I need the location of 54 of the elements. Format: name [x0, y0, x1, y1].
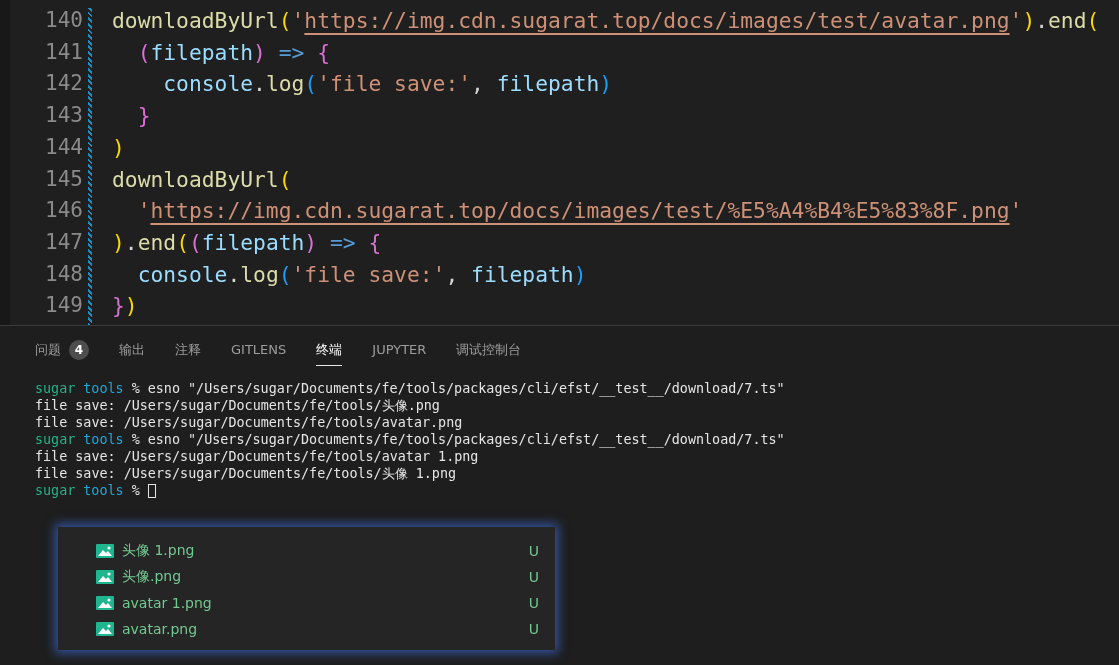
- panel-tab[interactable]: 问题 4: [35, 333, 89, 367]
- terminal-text: % esno "/Users/sugar/Documents/fe/tools/packages/cli/efst/__test__/download/7.ts": [131, 432, 785, 447]
- image-file-icon: [96, 544, 114, 558]
- line-number: 144: [44, 134, 84, 161]
- code-line: ).end((filepath) => {: [112, 229, 383, 257]
- panel-tab[interactable]: 注释: [175, 334, 201, 366]
- line-number: 141: [44, 39, 84, 66]
- file-name[interactable]: avatar.png: [122, 621, 521, 637]
- image-file-icon: [96, 570, 114, 584]
- terminal-text: file save: /Users/sugar/Documents/fe/tools/头像 1.png: [35, 464, 457, 483]
- code-line: }): [112, 293, 139, 321]
- code-line: console.log('file save:', filepath): [136, 261, 588, 289]
- git-status: U: [528, 543, 539, 559]
- terminal-text: file save: /Users/sugar/Documents/fe/tools/avatar.png: [35, 415, 463, 430]
- code-line: downloadByUrl(: [112, 166, 293, 194]
- image-file-icon: [96, 622, 114, 636]
- code-line: console.log('file save:', filepath): [162, 71, 614, 99]
- panel-tab[interactable]: GITLENS: [231, 336, 287, 364]
- prompt-user: sugar: [35, 483, 76, 498]
- line-number: 140: [44, 8, 84, 34]
- terminal-text: file save: /Users/sugar/Documents/fe/tools/avatar 1.png: [35, 449, 479, 464]
- panel-tab[interactable]: 终端: [316, 334, 343, 366]
- prompt-directory: tools: [83, 483, 124, 498]
- line-number: 147: [44, 229, 84, 256]
- terminal-text: %: [131, 483, 140, 498]
- git-status: U: [528, 621, 539, 637]
- file-name[interactable]: 头像 1.png: [122, 542, 521, 560]
- code-line: downloadByUrl('https://img.cdn.sugarat.top/docs/images/test/avatar.png').end(: [112, 8, 1101, 35]
- line-number: 148: [44, 261, 84, 288]
- line-number: 149: [44, 293, 84, 320]
- git-status: U: [528, 595, 539, 611]
- prompt-directory: tools: [83, 432, 124, 447]
- terminal-cursor: [147, 483, 156, 498]
- code-line: 'https://img.cdn.sugarat.top/docs/images/test/%E5%A4%B4%E5%83%8F.png': [136, 198, 1024, 226]
- image-file-icon: [96, 596, 114, 610]
- line-number: 143: [44, 103, 84, 130]
- code-line: }: [136, 103, 152, 131]
- line-number: 145: [44, 166, 84, 193]
- code-line: (filepath) => {: [136, 39, 331, 67]
- count-badge: 4: [69, 339, 89, 360]
- git-status: U: [528, 569, 539, 585]
- terminal-text: % esno "/Users/sugar/Documents/fe/tools/packages/cli/efst/__test__/download/7.ts": [131, 381, 785, 396]
- line-number: 142: [44, 71, 84, 98]
- terminal-text: file save: /Users/sugar/Documents/fe/tools/头像.png: [35, 397, 440, 415]
- line-number: 146: [44, 198, 84, 225]
- panel-tab[interactable]: JUPYTER: [372, 336, 427, 364]
- code-line: ): [112, 134, 126, 162]
- prompt-user: sugar: [35, 432, 76, 447]
- file-name[interactable]: 头像.png: [122, 568, 521, 586]
- panel-tab[interactable]: 输出: [119, 334, 145, 366]
- panel-tab[interactable]: 调试控制台: [456, 334, 522, 366]
- file-name[interactable]: avatar 1.png: [122, 595, 521, 611]
- prompt-directory: tools: [83, 381, 124, 396]
- prompt-user: sugar: [35, 381, 76, 396]
